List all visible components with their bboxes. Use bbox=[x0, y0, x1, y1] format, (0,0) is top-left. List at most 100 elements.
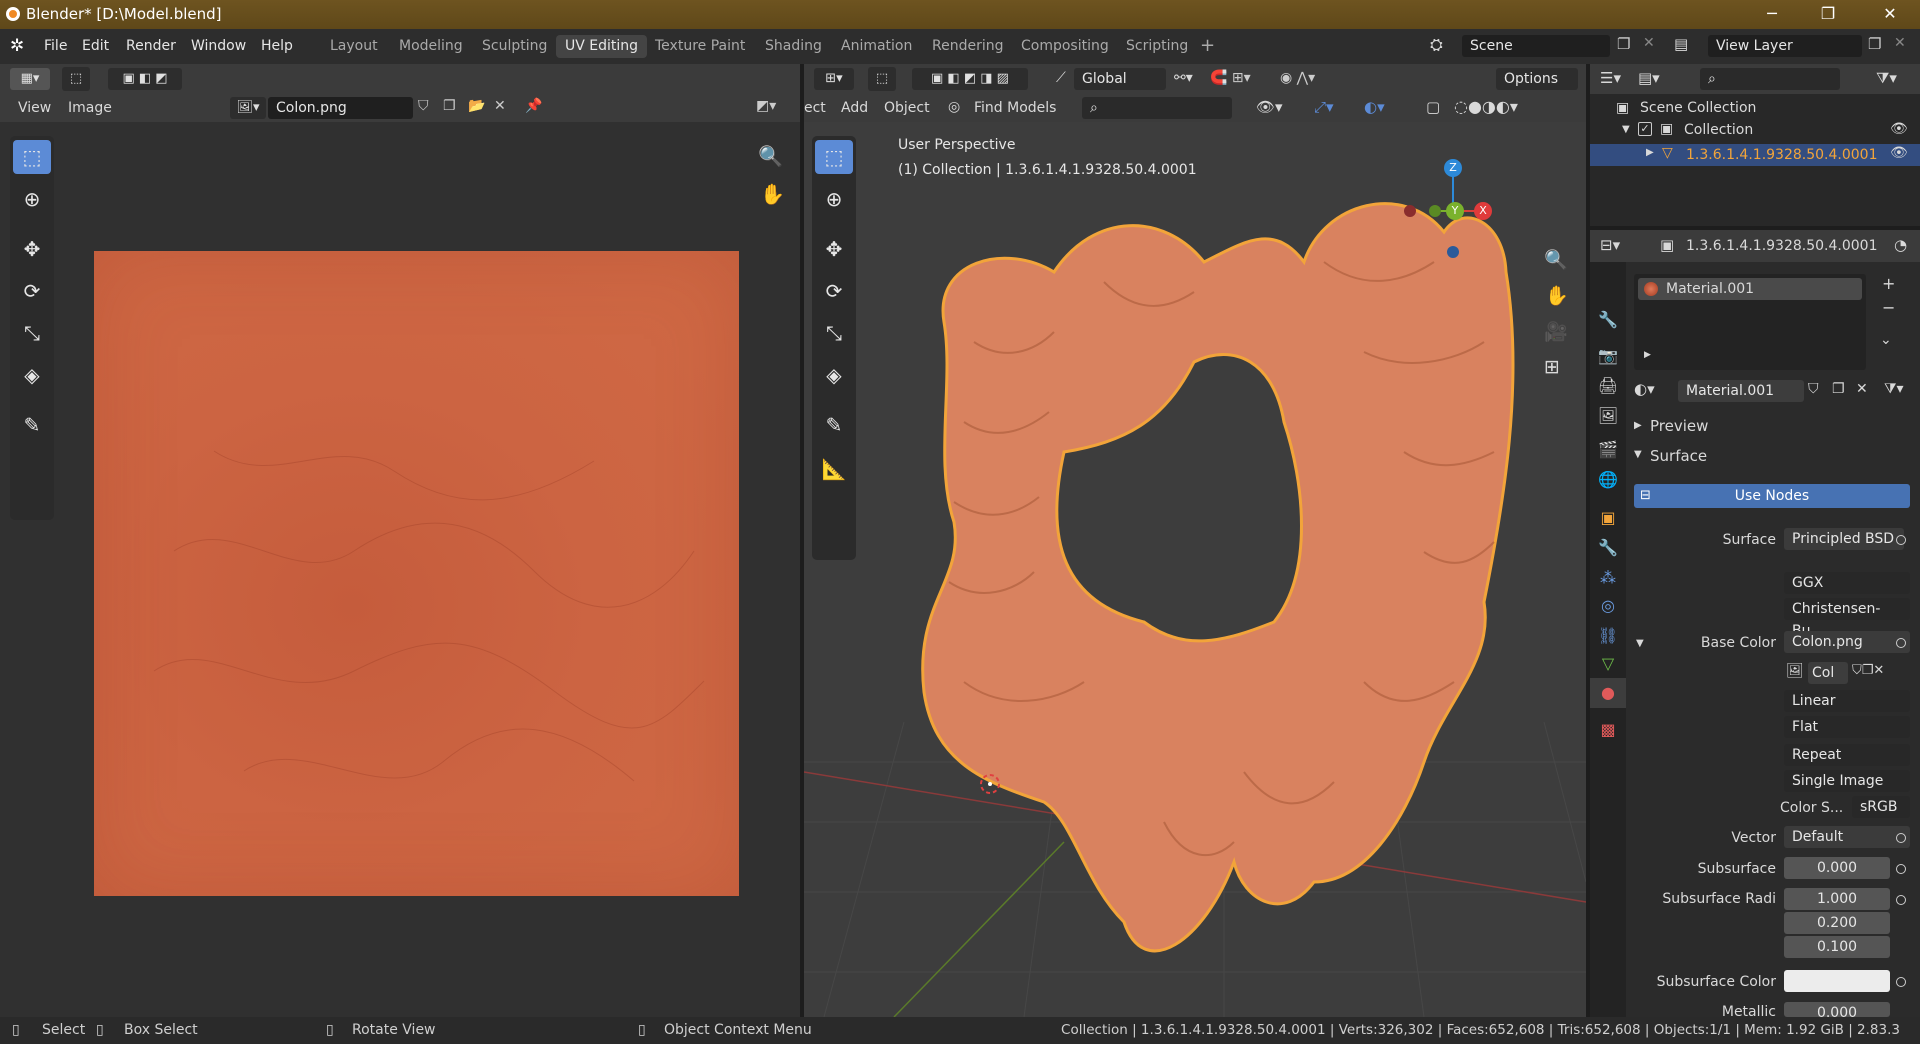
shading-modes-icon[interactable]: ◌●◑◐▾ bbox=[1454, 97, 1518, 116]
subsurface-color-socket-icon[interactable] bbox=[1896, 977, 1906, 987]
menu-select[interactable]: ect bbox=[804, 100, 826, 116]
annotate-tool-icon[interactable]: ✎ bbox=[13, 408, 51, 442]
tab-sculpting[interactable]: Sculpting bbox=[473, 35, 556, 58]
expand-object-icon[interactable]: ▶ bbox=[1646, 147, 1654, 158]
output-tab-icon[interactable]: 🖨 bbox=[1596, 374, 1620, 398]
delete-view-layer-icon[interactable]: ✕ bbox=[1894, 35, 1906, 51]
mesh-data-tab-icon[interactable]: ▽ bbox=[1596, 652, 1620, 676]
tweak-tool-icon[interactable]: ⬚ bbox=[13, 140, 51, 174]
material-slot-name[interactable]: Material.001 bbox=[1666, 281, 1754, 297]
minimize-button[interactable]: ─ bbox=[1744, 0, 1800, 29]
use-nodes-button[interactable]: Use Nodes bbox=[1634, 484, 1910, 508]
outliner-collection[interactable]: Collection bbox=[1684, 122, 1753, 138]
navigation-gizmo[interactable]: Z X Y bbox=[1404, 144, 1504, 258]
menu-window[interactable]: Window bbox=[191, 38, 246, 54]
subsurface-radius-y[interactable]: 0.200 bbox=[1784, 912, 1890, 934]
new-view-layer-icon[interactable]: ❐ bbox=[1868, 35, 1881, 53]
image-small-actions-icon[interactable]: ⛉❐✕ bbox=[1852, 663, 1884, 678]
editor-type-icon[interactable]: ▦▾ bbox=[10, 68, 50, 90]
collection-visibility-icon[interactable]: 👁 bbox=[1890, 121, 1908, 137]
find-models-menu[interactable]: Find Models bbox=[974, 100, 1056, 116]
surface-panel-collapse-icon[interactable]: ▼ bbox=[1634, 449, 1642, 460]
gizmo-y-icon[interactable]: Y bbox=[1446, 202, 1464, 220]
preview-panel-collapse-icon[interactable]: ▶ bbox=[1634, 420, 1642, 431]
gizmo-z-icon[interactable]: Z bbox=[1444, 159, 1462, 177]
pin-context-icon[interactable]: ◔ bbox=[1894, 236, 1907, 254]
outliner-editor-type-icon[interactable]: ☰▾ bbox=[1600, 69, 1621, 87]
tab-modeling[interactable]: Modeling bbox=[390, 35, 472, 58]
view-layer-field[interactable]: View Layer bbox=[1708, 35, 1862, 57]
viewport-zoom-icon[interactable]: 🔍 bbox=[1544, 248, 1568, 271]
base-color-collapse-icon[interactable]: ▼ bbox=[1636, 638, 1644, 649]
scene-selector-icon[interactable]: ⛭ bbox=[1430, 35, 1443, 55]
tab-compositing[interactable]: Compositing bbox=[1012, 35, 1118, 58]
material-unlink-icon[interactable]: ✕ bbox=[1856, 381, 1868, 397]
particles-tab-icon[interactable]: ⁂ bbox=[1596, 566, 1620, 590]
scene-tab-icon[interactable]: 🎬 bbox=[1596, 438, 1620, 462]
viewport-canvas[interactable] bbox=[804, 122, 1586, 1017]
constraints-tab-icon[interactable]: ⛓ bbox=[1596, 624, 1620, 648]
viewport-pan-icon[interactable]: ✋ bbox=[1545, 284, 1569, 307]
outliner-search-input[interactable]: ⌕ bbox=[1700, 68, 1840, 90]
tab-rendering[interactable]: Rendering bbox=[923, 35, 1013, 58]
blender-menu-icon[interactable]: ✲ bbox=[10, 36, 24, 56]
interpolation-dropdown[interactable]: Linear bbox=[1784, 690, 1910, 712]
image-name-field[interactable]: Colon.png bbox=[268, 97, 413, 119]
colon-model[interactable] bbox=[921, 202, 1515, 953]
selection-mode-icons[interactable]: ▣ ◧ ◩ bbox=[108, 68, 182, 90]
extension-dropdown[interactable]: Repeat bbox=[1784, 744, 1910, 766]
surface-socket-icon[interactable] bbox=[1896, 535, 1906, 545]
world-tab-icon[interactable]: 🌐 bbox=[1596, 468, 1620, 492]
material-fake-user-icon[interactable]: ⛉ bbox=[1808, 381, 1819, 397]
material-options-icon[interactable]: ⧩▾ bbox=[1884, 381, 1904, 397]
texture-tab-icon[interactable]: ▩ bbox=[1596, 718, 1620, 742]
gizmo-toggle-icon[interactable]: ⤢▾ bbox=[1314, 98, 1334, 116]
display-channels-icon[interactable]: ◩▾ bbox=[756, 98, 776, 114]
modifiers-tab-icon[interactable]: 🔧 bbox=[1596, 536, 1620, 560]
snap-icon[interactable]: 🧲 ⊞▾ bbox=[1210, 70, 1251, 86]
slot-specials-icon[interactable]: ⌄ bbox=[1880, 332, 1892, 348]
base-color-socket-icon[interactable] bbox=[1896, 638, 1906, 648]
metallic-value[interactable]: 0.000 bbox=[1784, 1002, 1890, 1017]
image-browse-small-icon[interactable]: 🖼 bbox=[1786, 663, 1804, 679]
vector-field[interactable]: Default bbox=[1784, 826, 1910, 848]
subsurface-color-swatch[interactable] bbox=[1784, 970, 1890, 992]
tab-layout[interactable]: Layout bbox=[321, 35, 387, 58]
outliner-scene-collection[interactable]: Scene Collection bbox=[1640, 100, 1756, 116]
slot-expand-icon[interactable]: ▶ bbox=[1644, 350, 1651, 360]
viewport-editor-type-icon[interactable]: ⊞▾ bbox=[814, 68, 854, 90]
menu-image[interactable]: Image bbox=[68, 100, 112, 116]
orientation-dropdown[interactable]: Global bbox=[1074, 68, 1166, 90]
collapse-collection-icon[interactable]: ▼ bbox=[1622, 124, 1630, 135]
material-new-icon[interactable]: ❐ bbox=[1832, 381, 1845, 397]
fake-user-icon[interactable]: ⛉ bbox=[418, 98, 429, 114]
tool-tab-icon[interactable]: 🔧 bbox=[1596, 308, 1620, 332]
tab-animation[interactable]: Animation bbox=[832, 35, 921, 58]
image-browse-icon[interactable]: 🖼▾ bbox=[230, 97, 266, 119]
remove-slot-icon[interactable]: − bbox=[1882, 298, 1895, 317]
projection-dropdown[interactable]: Flat bbox=[1784, 716, 1910, 738]
scene-name-field[interactable]: Scene bbox=[1462, 35, 1610, 57]
move-tool-icon[interactable]: ✥ bbox=[13, 232, 51, 266]
menu-add[interactable]: Add bbox=[841, 100, 868, 116]
material-name-field[interactable]: Material.001 bbox=[1678, 380, 1804, 402]
proportional-icon[interactable]: ◉ ⋀▾ bbox=[1280, 70, 1315, 86]
pivot-icon[interactable]: ⚯▾ bbox=[1174, 70, 1193, 86]
unlink-image-icon[interactable]: ✕ bbox=[494, 98, 506, 114]
close-window-button[interactable]: ✕ bbox=[1862, 0, 1918, 29]
object-tab-icon[interactable]: ▣ bbox=[1596, 506, 1620, 530]
properties-editor-type-icon[interactable]: ⊟▾ bbox=[1600, 236, 1620, 254]
tab-texture-paint[interactable]: Texture Paint bbox=[646, 35, 754, 58]
rotate-tool-icon[interactable]: ⟳ bbox=[13, 274, 51, 308]
ortho-grid-icon[interactable]: ⊞ bbox=[1544, 356, 1560, 378]
pin-icon[interactable]: 📌 bbox=[525, 98, 542, 114]
add-workspace-icon[interactable]: + bbox=[1200, 35, 1215, 56]
menu-object[interactable]: Object bbox=[884, 100, 930, 116]
distribution-dropdown[interactable]: GGX bbox=[1784, 572, 1910, 594]
gizmo-neg-x-icon[interactable] bbox=[1404, 205, 1416, 217]
tab-uv-editing[interactable]: UV Editing bbox=[556, 35, 648, 58]
new-scene-icon[interactable]: ❐ bbox=[1617, 35, 1630, 53]
material-tab-icon[interactable]: ● bbox=[1596, 681, 1620, 705]
pan-hand-icon[interactable]: ✋ bbox=[760, 182, 785, 206]
subsurface-method-dropdown[interactable]: Christensen-Bu... bbox=[1784, 598, 1910, 639]
